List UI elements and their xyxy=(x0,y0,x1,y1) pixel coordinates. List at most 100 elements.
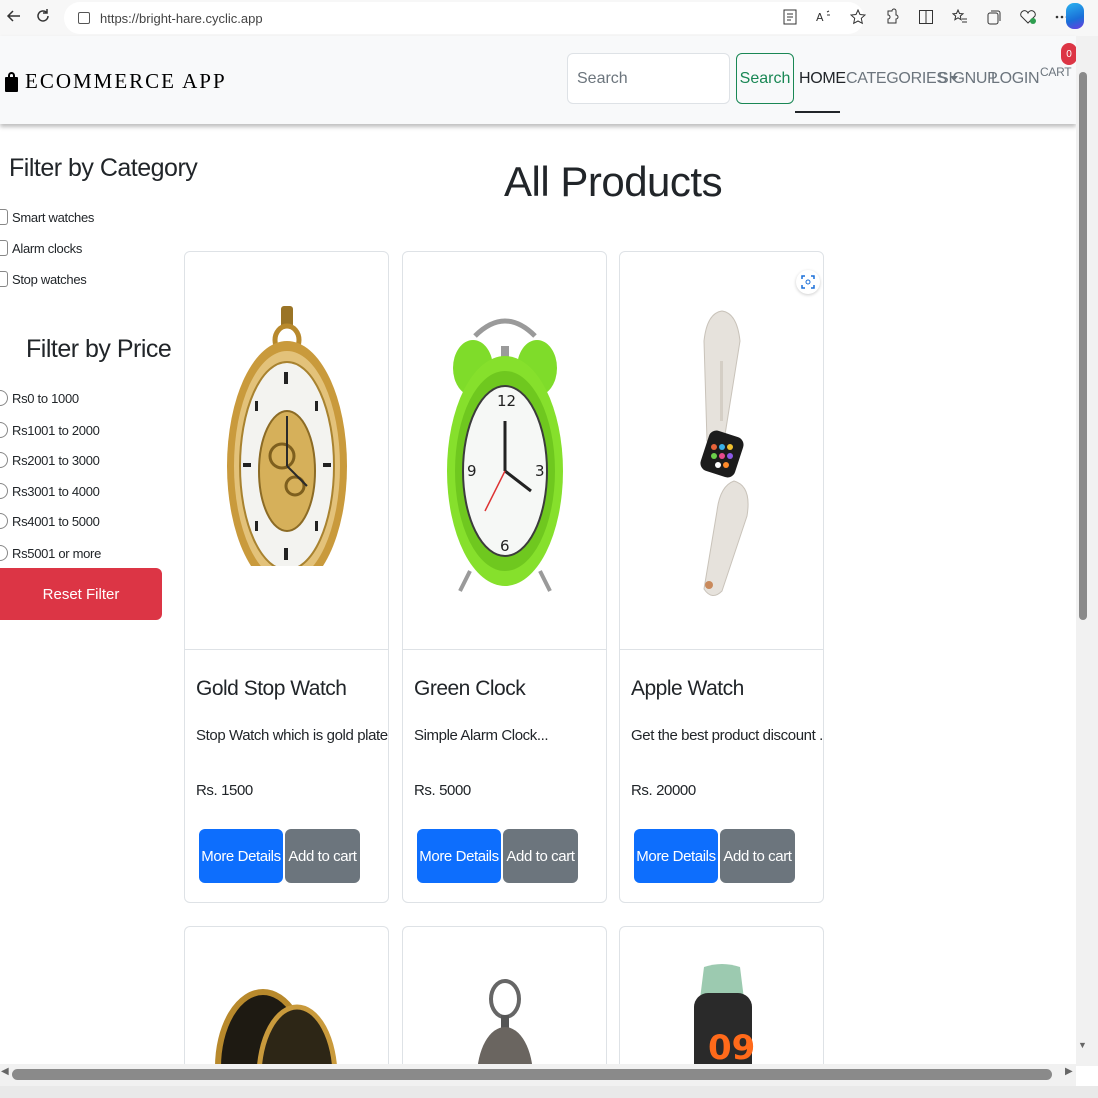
more-details-button[interactable]: More Details xyxy=(634,829,718,883)
radio-button[interactable] xyxy=(0,545,8,561)
nav-signup-link[interactable]: SIGNUP xyxy=(938,70,998,88)
more-details-button[interactable]: More Details xyxy=(199,829,283,883)
category-option-label: Alarm clocks xyxy=(12,240,83,256)
more-details-button[interactable]: More Details xyxy=(417,829,501,883)
price-option-3001-4000[interactable]: Rs3001 to 4000 xyxy=(0,483,100,499)
checkbox[interactable] xyxy=(0,209,8,225)
address-bar[interactable]: https://bright-hare.cyclic.app xyxy=(64,2,864,34)
pocket-watch-open-icon xyxy=(215,989,338,1076)
scroll-down-arrow-icon[interactable]: ▼ xyxy=(1078,1040,1087,1050)
active-nav-indicator xyxy=(795,111,840,113)
search-input[interactable] xyxy=(567,53,730,104)
product-name[interactable]: Gold Stop Watch xyxy=(196,677,347,701)
svg-text:6: 6 xyxy=(500,537,510,555)
vertical-scroll-thumb[interactable] xyxy=(1079,72,1087,620)
cart-count-badge: 0 xyxy=(1061,43,1077,65)
nav-login-link[interactable]: LOGIN xyxy=(991,70,1040,88)
url-text[interactable]: https://bright-hare.cyclic.app xyxy=(100,11,263,26)
price-option-label: Rs3001 to 4000 xyxy=(12,483,100,499)
brand-logo[interactable]: ECOMMERCE APP xyxy=(5,69,227,94)
smart-watch-icon xyxy=(699,309,749,596)
browser-toolbar: https://bright-hare.cyclic.app A xyxy=(0,0,1098,36)
extensions-icon[interactable] xyxy=(882,7,902,27)
browser-actions: A xyxy=(780,4,1072,30)
product-image[interactable] xyxy=(185,252,388,650)
checkbox[interactable] xyxy=(0,240,8,256)
radio-button[interactable] xyxy=(0,422,8,438)
product-price: Rs. 1500 xyxy=(196,782,253,799)
price-option-4001-5000[interactable]: Rs4001 to 5000 xyxy=(0,513,100,529)
product-description: Simple Alarm Clock... xyxy=(414,727,549,744)
price-option-label: Rs1001 to 2000 xyxy=(12,422,100,438)
product-card-partial xyxy=(184,926,389,1076)
shopping-bag-icon xyxy=(5,71,18,92)
favorites-icon[interactable] xyxy=(950,7,970,27)
alarm-clock-icon: 12 3 6 9 xyxy=(446,318,563,592)
add-to-cart-button[interactable]: Add to cart xyxy=(503,829,578,883)
key-fob-icon xyxy=(477,979,533,1076)
fitness-band-icon: 09 xyxy=(694,964,755,1076)
health-icon[interactable] xyxy=(1018,7,1038,27)
add-to-cart-button[interactable]: Add to cart xyxy=(285,829,360,883)
lock-icon xyxy=(78,12,90,24)
price-option-1001-2000[interactable]: Rs1001 to 2000 xyxy=(0,422,100,438)
collections-icon[interactable] xyxy=(984,7,1004,27)
product-card: Gold Stop Watch Stop Watch which is gold… xyxy=(184,251,389,903)
search-button[interactable]: Search xyxy=(736,53,794,104)
scroll-right-arrow-icon[interactable]: ▶ xyxy=(1065,1066,1073,1077)
brand-name: ECOMMERCE APP xyxy=(25,69,227,93)
radio-button[interactable] xyxy=(0,513,8,529)
svg-text:9: 9 xyxy=(467,462,477,480)
svg-text:09: 09 xyxy=(708,1028,755,1068)
page-title: All Products xyxy=(504,158,723,205)
checkbox[interactable] xyxy=(0,271,8,287)
category-option-alarm-clocks[interactable]: Alarm clocks xyxy=(0,240,82,256)
category-filter-title: Filter by Category xyxy=(9,154,198,182)
radio-button[interactable] xyxy=(0,483,8,499)
price-option-label: Rs5001 or more xyxy=(12,545,102,561)
radio-button[interactable] xyxy=(0,390,8,406)
category-option-stop-watches[interactable]: Stop watches xyxy=(0,271,87,287)
product-description: Stop Watch which is gold plate... xyxy=(196,727,389,744)
product-card: Apple Watch Get the best product discoun… xyxy=(619,251,824,903)
split-screen-icon[interactable] xyxy=(916,7,936,27)
app-navbar: ECOMMERCE APP Search HOME CATEGORIES SIG… xyxy=(0,36,1077,124)
scroll-left-arrow-icon[interactable]: ◀ xyxy=(1,1066,9,1077)
svg-text:3: 3 xyxy=(535,462,545,480)
horizontal-scroll-thumb[interactable] xyxy=(12,1069,1052,1080)
window-bottom-edge xyxy=(0,1086,1098,1098)
reload-icon[interactable] xyxy=(32,5,54,27)
price-option-0-1000[interactable]: Rs0 to 1000 xyxy=(0,390,79,406)
svg-text:A: A xyxy=(816,11,824,24)
svg-text:12: 12 xyxy=(497,392,516,410)
add-to-cart-button[interactable]: Add to cart xyxy=(720,829,795,883)
price-option-label: Rs4001 to 5000 xyxy=(12,513,100,529)
product-name[interactable]: Green Clock xyxy=(414,677,526,701)
radio-button[interactable] xyxy=(0,452,8,468)
nav-home-link[interactable]: HOME xyxy=(799,70,846,88)
price-option-label: Rs2001 to 3000 xyxy=(12,452,100,468)
product-price: Rs. 20000 xyxy=(631,782,696,799)
price-option-5001-plus[interactable]: Rs5001 or more xyxy=(0,545,101,561)
product-card: 12 3 6 9 Green Clock Simple Alarm Clock.… xyxy=(402,251,607,903)
product-name[interactable]: Apple Watch xyxy=(631,677,744,701)
product-card-partial: 09 xyxy=(619,926,824,1076)
back-icon[interactable] xyxy=(3,5,25,27)
category-option-smart-watches[interactable]: Smart watches xyxy=(0,209,94,225)
product-image[interactable]: 12 3 6 9 xyxy=(403,252,606,650)
reader-icon[interactable] xyxy=(780,7,800,27)
pocket-watch-icon xyxy=(226,305,347,596)
price-filter-title: Filter by Price xyxy=(26,335,172,363)
product-card-partial xyxy=(402,926,607,1076)
reset-filter-button[interactable]: Reset Filter xyxy=(0,568,162,620)
category-option-label: Stop watches xyxy=(12,271,87,287)
read-aloud-icon[interactable]: A xyxy=(814,7,834,27)
product-image[interactable] xyxy=(620,252,823,650)
category-option-label: Smart watches xyxy=(12,209,95,225)
visual-search-icon[interactable] xyxy=(796,270,820,294)
copilot-icon[interactable] xyxy=(1066,3,1084,29)
price-option-2001-3000[interactable]: Rs2001 to 3000 xyxy=(0,452,100,468)
product-description: Get the best product discount ... xyxy=(631,727,824,744)
favorite-icon[interactable] xyxy=(848,7,868,27)
nav-cart-link[interactable]: CART xyxy=(1040,65,1072,79)
